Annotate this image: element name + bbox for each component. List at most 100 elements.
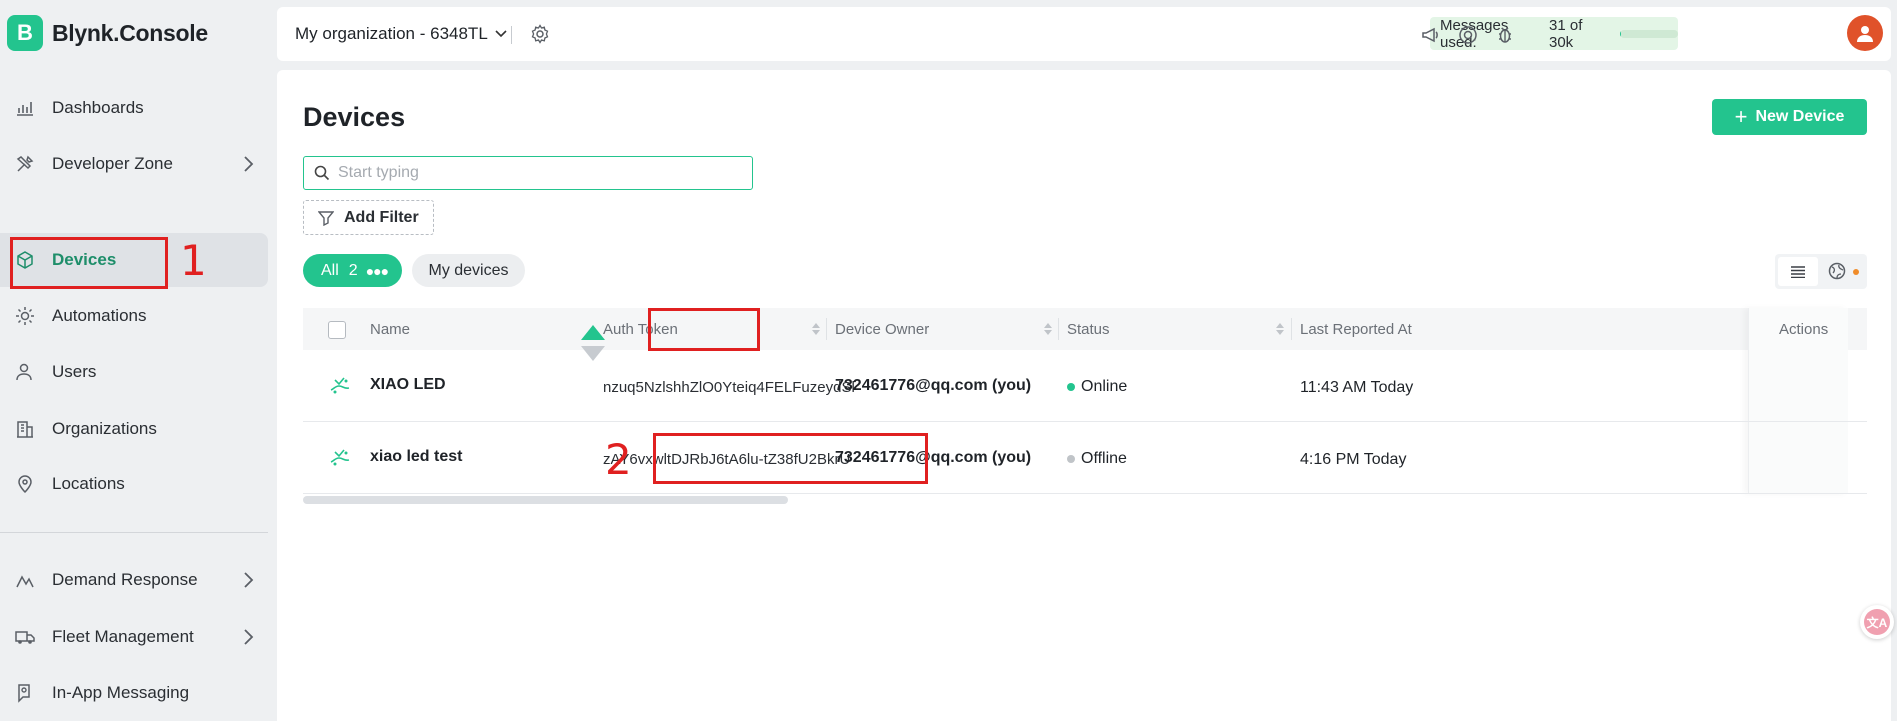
online-dot bbox=[1067, 383, 1075, 391]
sidebar-divider bbox=[0, 532, 268, 533]
filter-my-devices-pill[interactable]: My devices bbox=[412, 254, 525, 287]
sidebar-item-users[interactable]: Users bbox=[0, 345, 268, 399]
sidebar-item-dashboards[interactable]: Dashboards bbox=[0, 81, 268, 135]
column-label: Last Reported At bbox=[1300, 320, 1412, 338]
sidebar-item-label: Fleet Management bbox=[52, 627, 194, 646]
truck-icon bbox=[15, 627, 35, 647]
sidebar-item-label: Dashboards bbox=[52, 98, 144, 117]
annotation-box-devices bbox=[10, 237, 168, 289]
search-input[interactable] bbox=[338, 164, 718, 182]
device-name[interactable]: xiao led test bbox=[370, 448, 462, 466]
org-selector[interactable]: My organization - 6348TL bbox=[295, 24, 508, 44]
app-logo[interactable]: B Blynk.Console bbox=[7, 15, 208, 51]
search-box[interactable] bbox=[303, 156, 753, 190]
help-icon[interactable] bbox=[1457, 24, 1479, 46]
map-indicator-dot bbox=[1853, 269, 1859, 275]
column-label: Status bbox=[1067, 320, 1110, 338]
horizontal-scrollbar[interactable] bbox=[303, 496, 1867, 504]
filter-all-label: All bbox=[321, 261, 339, 279]
column-label: Name bbox=[370, 320, 411, 338]
signal-icon bbox=[15, 570, 35, 590]
sort-icon[interactable] bbox=[1275, 322, 1285, 336]
column-separator bbox=[826, 318, 827, 340]
annotation-number-1: 1 bbox=[180, 236, 207, 285]
pin-icon bbox=[15, 474, 35, 494]
sidebar-item-organizations[interactable]: Organizations bbox=[0, 402, 268, 456]
translate-button[interactable]: 文A bbox=[1860, 605, 1894, 639]
sidebar-item-locations[interactable]: Locations bbox=[0, 457, 268, 511]
main-panel: Devices + New Device Add Filter All 2 ●●… bbox=[277, 70, 1891, 721]
status-label: Offline bbox=[1081, 450, 1127, 467]
translate-icon: 文A bbox=[1864, 609, 1890, 635]
sidebar-item-label: Developer Zone bbox=[52, 154, 173, 173]
logo-badge: B bbox=[7, 15, 43, 51]
select-all-checkbox[interactable] bbox=[328, 321, 346, 339]
table-row[interactable]: XIAO LED nzuq5NzlshhZlO0Yteiq4FELFuzeydS… bbox=[303, 350, 1867, 422]
filter-icon bbox=[318, 210, 334, 226]
chevron-down-icon bbox=[495, 30, 507, 38]
building-icon bbox=[15, 419, 35, 439]
scrollbar-thumb[interactable] bbox=[303, 496, 788, 504]
status-label: Online bbox=[1081, 378, 1128, 395]
annotation-box-auth-token-value bbox=[653, 433, 928, 484]
sidebar-item-label: Users bbox=[52, 362, 97, 381]
table-row[interactable]: xiao led test zAY6vxwltDJRbJ6tA6lu-tZ38f… bbox=[303, 422, 1867, 494]
annotation-number-2: 2 bbox=[605, 435, 632, 484]
messages-progress bbox=[1620, 29, 1678, 38]
device-owner: 732461776@qq.com (you) bbox=[835, 377, 1032, 394]
view-toggle bbox=[1775, 254, 1867, 289]
messages-value: 31 of 30k bbox=[1549, 16, 1583, 51]
status-badge: Online bbox=[1067, 378, 1127, 396]
chevron-right-icon bbox=[244, 629, 254, 645]
sidebar: B Blynk.Console Dashboards Developer Zon… bbox=[0, 0, 275, 721]
column-header-actions: Actions bbox=[1779, 308, 1828, 350]
topbar-separator bbox=[511, 26, 512, 44]
chart-icon bbox=[15, 98, 35, 118]
megaphone-icon[interactable] bbox=[1420, 24, 1442, 46]
filter-all-pill[interactable]: All 2 ●●● bbox=[303, 254, 402, 287]
column-header-device-owner[interactable]: Device Owner bbox=[835, 308, 929, 350]
sidebar-item-fleet-management[interactable]: Fleet Management bbox=[0, 610, 268, 664]
auth-token: nzuq5NzlshhZlO0Yteiq4FELFuzeydSl bbox=[603, 379, 855, 396]
sort-icon[interactable] bbox=[1043, 322, 1053, 336]
sidebar-item-label: Organizations bbox=[52, 419, 157, 438]
gear-icon[interactable] bbox=[530, 24, 550, 44]
message-icon bbox=[15, 683, 35, 703]
plus-icon: + bbox=[1734, 104, 1748, 129]
device-name[interactable]: XIAO LED bbox=[370, 376, 446, 394]
sidebar-item-label: Automations bbox=[52, 306, 147, 325]
filter-all-count: 2 bbox=[348, 261, 358, 279]
tools-icon bbox=[15, 154, 35, 174]
column-separator bbox=[1058, 318, 1059, 340]
last-reported: 11:43 AM Today bbox=[1300, 379, 1414, 396]
add-filter-label: Add Filter bbox=[344, 208, 419, 226]
new-device-button[interactable]: + New Device bbox=[1712, 99, 1867, 135]
column-header-last-reported[interactable]: Last Reported At bbox=[1300, 308, 1412, 350]
messages-label: Messages used: bbox=[1440, 16, 1509, 51]
add-filter-button[interactable]: Add Filter bbox=[303, 200, 434, 235]
device-icon bbox=[330, 449, 350, 466]
users-icon bbox=[15, 362, 35, 382]
sidebar-item-demand-response[interactable]: Demand Response bbox=[0, 553, 268, 607]
new-device-label: New Device bbox=[1755, 108, 1845, 125]
column-label: Actions bbox=[1779, 320, 1829, 338]
sidebar-item-automations[interactable]: Automations bbox=[0, 289, 268, 343]
logo-text: Blynk.Console bbox=[52, 19, 208, 46]
device-icon bbox=[330, 377, 350, 394]
sidebar-item-label: Demand Response bbox=[52, 570, 198, 589]
sidebar-item-in-app-messaging[interactable]: In-App Messaging bbox=[0, 666, 268, 720]
column-header-status[interactable]: Status bbox=[1067, 308, 1110, 350]
sort-icon[interactable] bbox=[811, 322, 821, 336]
bug-icon[interactable] bbox=[1494, 24, 1516, 46]
table-header: Name Auth Token Device Owner Status Last… bbox=[303, 308, 1867, 361]
column-header-name[interactable]: Name bbox=[370, 308, 410, 350]
list-view-button[interactable] bbox=[1778, 257, 1818, 286]
chevron-right-icon bbox=[244, 156, 254, 172]
sidebar-item-developer-zone[interactable]: Developer Zone bbox=[0, 137, 268, 191]
user-avatar[interactable] bbox=[1847, 15, 1883, 51]
status-badge: Offline bbox=[1067, 450, 1127, 468]
chevron-right-icon bbox=[244, 572, 254, 588]
list-icon bbox=[1791, 265, 1805, 278]
globe-icon[interactable] bbox=[1827, 261, 1847, 281]
more-icon[interactable]: ●●● bbox=[366, 263, 389, 279]
